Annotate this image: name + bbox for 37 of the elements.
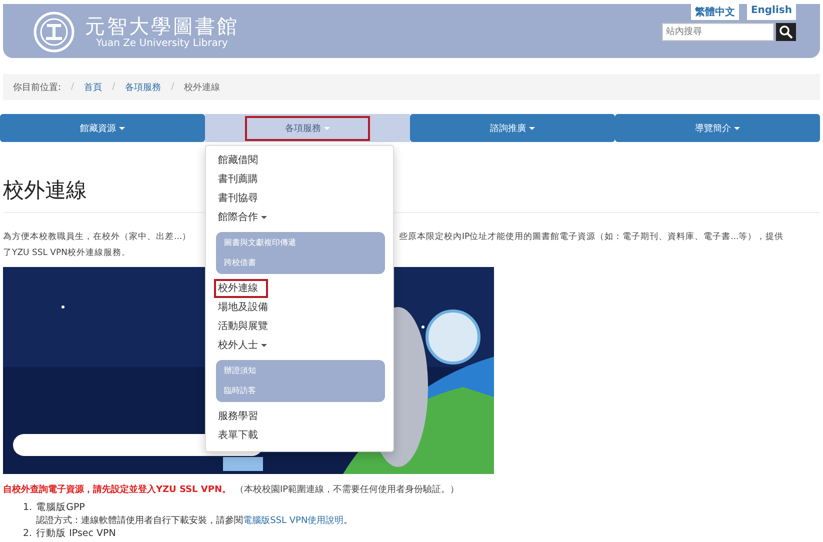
menu-item[interactable]: 服務學習 bbox=[214, 407, 262, 426]
list-number: 2. bbox=[23, 528, 32, 540]
breadcrumb-separator: / bbox=[171, 82, 174, 92]
breadcrumb-link[interactable]: 各項服務 bbox=[125, 80, 162, 94]
breadcrumb-separator: / bbox=[71, 82, 74, 92]
intro-text: 些原本限定校內IP位址才能使用的圖書館電子資源（如：電子期刊、資料庫、電子書...等），提供 bbox=[399, 231, 784, 243]
guide-link[interactable]: 電腦版SSL VPN使用說明 bbox=[243, 516, 344, 526]
notice-note: （本校校園IP範圍連線，不需要任何使用者身份驗証。） bbox=[235, 485, 460, 495]
search-field[interactable]: 站內搜尋 bbox=[662, 23, 774, 41]
search-icon bbox=[779, 25, 793, 39]
breadcrumb-separator: / bbox=[112, 82, 116, 92]
menu-item[interactable]: 活動與展覽 bbox=[214, 317, 272, 336]
list-number: 1. bbox=[23, 502, 32, 515]
nav-tab[interactable]: 各項服務 bbox=[245, 116, 370, 140]
step-title: 電腦版GPP bbox=[36, 502, 86, 514]
notice-text: 自校外查詢電子資源，請先設定並登入YZU SSL VPN。 bbox=[3, 485, 232, 495]
breadcrumb-label: 你目前位置: bbox=[13, 82, 62, 94]
menu-item[interactable]: 表單下載 bbox=[214, 426, 262, 445]
menu-item[interactable]: 館際合作 bbox=[214, 208, 271, 227]
search-button[interactable] bbox=[776, 23, 796, 41]
site-subtitle: Yuan Ze University Library bbox=[96, 38, 228, 50]
menu-item[interactable]: 書刊協尋 bbox=[214, 189, 262, 208]
menu-item[interactable]: 校外連線 bbox=[214, 279, 268, 298]
logo-icon bbox=[33, 11, 75, 53]
step-detail: 認證方式：連線軟體請使用者自行下載安裝，請參閱電腦版SSL VPN使用說明。 bbox=[36, 515, 353, 527]
site-title: 元智大學圖書館 bbox=[85, 14, 239, 38]
menu-item[interactable]: 館藏借閱 bbox=[214, 151, 262, 170]
breadcrumb-current: 校外連線 bbox=[184, 82, 220, 94]
breadcrumb-link[interactable]: 首頁 bbox=[84, 80, 102, 94]
step-title: 行動版 IPsec VPN bbox=[36, 528, 116, 540]
intro-text: 為方便本校教職員生，在校外（家中、出差...） bbox=[3, 231, 192, 243]
menu-item[interactable]: 書刊薦購 bbox=[214, 170, 262, 189]
menu-item[interactable]: 校外人士 bbox=[214, 336, 271, 355]
menu-item[interactable]: 場地及設備 bbox=[214, 298, 272, 317]
language-link[interactable]: 繁體中文 bbox=[690, 4, 739, 20]
intro-text: 了YZU SSL VPN校外連線服務。 bbox=[3, 247, 130, 259]
language-link[interactable]: English bbox=[746, 4, 796, 20]
